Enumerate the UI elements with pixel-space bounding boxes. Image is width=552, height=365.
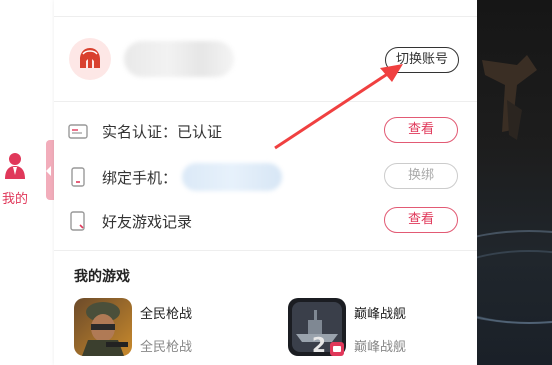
account-row: 切换账号 — [54, 17, 477, 101]
game-icon-soldier — [74, 298, 132, 356]
bind-phone-label: 绑定手机： — [102, 169, 178, 187]
game-name: 巅峰战舰 — [354, 307, 407, 322]
document-icon — [70, 211, 85, 231]
game-item[interactable]: 2 巅峰战舰 巅峰战舰 — [288, 298, 488, 364]
friend-game-records-label: 好友游戏记录 — [102, 213, 193, 231]
game-subtitle: 巅峰战舰 — [354, 340, 407, 355]
real-name-status: 实名认证：已认证 — [102, 123, 223, 141]
person-icon — [5, 153, 25, 179]
divider — [54, 101, 477, 102]
game-item[interactable]: 全民枪战 全民枪战 — [74, 298, 274, 364]
switch-account-button[interactable]: 切换账号 — [385, 47, 459, 73]
svg-text:2: 2 — [312, 333, 326, 356]
rebind-phone-button[interactable]: 换绑 — [384, 163, 458, 189]
view-friend-records-button[interactable]: 查看 — [384, 207, 458, 233]
collapse-panel-handle[interactable] — [46, 140, 54, 200]
row-friend-records: 好友游戏记录 查看 — [54, 199, 477, 243]
phone-icon — [71, 167, 85, 187]
game-background — [477, 0, 552, 365]
my-games-title: 我的游戏 — [74, 269, 130, 285]
avatar — [69, 38, 111, 80]
game-subtitle: 全民枪战 — [140, 340, 193, 355]
brand-badge-icon — [330, 342, 344, 356]
phone-number-blurred — [182, 163, 282, 191]
weapon-silhouette — [482, 55, 537, 140]
divider — [54, 250, 477, 251]
nav-item-me-label: 我的 — [2, 192, 29, 207]
row-real-name: 实名认证：已认证 查看 — [54, 109, 477, 153]
spartan-helmet-icon — [80, 48, 100, 68]
account-name-blurred — [124, 41, 234, 77]
row-phone: 绑定手机： 换绑 — [54, 155, 477, 199]
view-real-name-button[interactable]: 查看 — [384, 117, 458, 143]
account-panel: 切换账号 实名认证：已认证 查看 绑定手机： 换绑 好友游戏记录 查看 我的游戏 — [54, 0, 477, 365]
game-name: 全民枪战 — [140, 307, 193, 322]
id-card-icon — [68, 124, 88, 139]
